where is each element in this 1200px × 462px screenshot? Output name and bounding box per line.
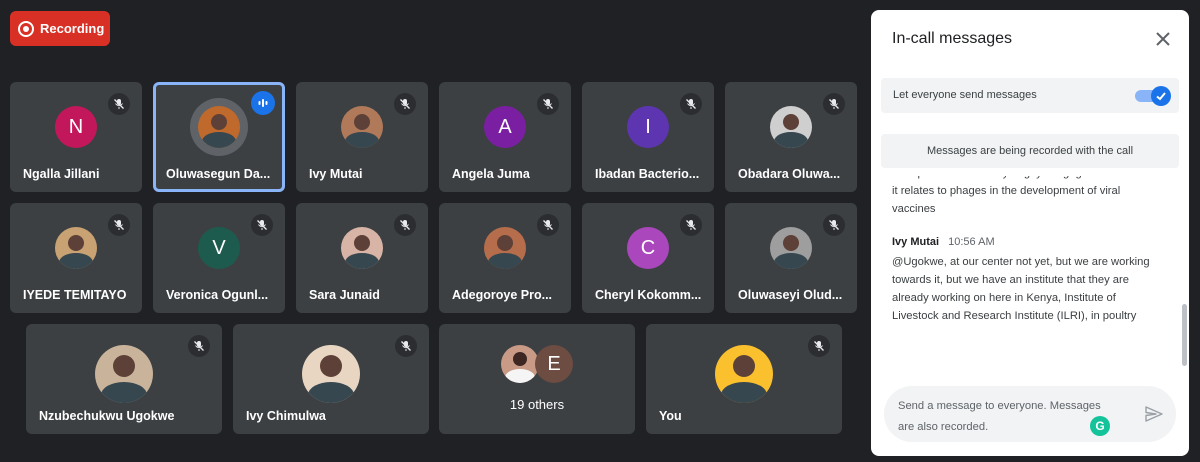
- avatar: I: [627, 106, 669, 148]
- message-sender: Ivy Mutai: [892, 236, 940, 248]
- participant-name: 19 others: [509, 397, 565, 412]
- message-text: @Ugokwe, at our center not yet, but we a…: [892, 256, 1150, 322]
- participant-name: Ivy Chimulwa: [246, 409, 326, 423]
- avatar: [95, 345, 153, 403]
- chat-panel: In-call messages Let everyone send messa…: [871, 10, 1189, 456]
- mic-off-icon: [823, 93, 845, 115]
- avatar: [55, 227, 97, 269]
- avatar: C: [627, 227, 669, 269]
- participant-name: You: [659, 409, 682, 423]
- grammarly-icon[interactable]: G: [1090, 416, 1110, 436]
- participant-tile[interactable]: V Veronica Ogunl...: [153, 203, 285, 313]
- mic-off-icon: [108, 214, 130, 236]
- participant-tile[interactable]: Obadara Oluwa...: [725, 82, 857, 192]
- participant-tile[interactable]: You: [646, 324, 842, 434]
- avatar: [341, 106, 383, 148]
- message-text: Nice presentation. Do you guys engage in…: [892, 176, 1161, 215]
- participant-tile[interactable]: Nzubechukwu Ugokwe: [26, 324, 222, 434]
- avatar: [501, 345, 539, 383]
- mic-off-icon: [537, 214, 559, 236]
- check-icon: [1151, 86, 1171, 106]
- avatar: A: [484, 106, 526, 148]
- message-time: 10:56 AM: [948, 236, 995, 248]
- avatar: N: [55, 106, 97, 148]
- participant-tile[interactable]: Adegoroye Pro...: [439, 203, 571, 313]
- participant-name: Obadara Oluwa...: [738, 167, 841, 181]
- participant-tile[interactable]: Oluwasegun Da...: [153, 82, 285, 192]
- participant-tile[interactable]: C Cheryl Kokomm...: [582, 203, 714, 313]
- participant-tile[interactable]: A Angela Juma: [439, 82, 571, 192]
- participant-name: Sara Junaid: [309, 288, 380, 302]
- participant-name: Veronica Ogunl...: [166, 288, 269, 302]
- message-list: Nice presentation. Do you guys engage in…: [871, 176, 1179, 386]
- avatar: V: [198, 227, 240, 269]
- mic-off-icon: [251, 214, 273, 236]
- avatar: [770, 106, 812, 148]
- toggle-label: Let everyone send messages: [893, 89, 1037, 101]
- participant-name: Adegoroye Pro...: [452, 288, 553, 302]
- mic-off-icon: [188, 335, 210, 357]
- participant-tile[interactable]: Ivy Mutai: [296, 82, 428, 192]
- participant-name: IYEDE TEMITAYO: [23, 288, 127, 302]
- chat-title: In-call messages: [892, 30, 1013, 47]
- record-icon: [18, 20, 34, 37]
- mic-off-icon: [680, 214, 702, 236]
- mic-off-icon: [394, 214, 416, 236]
- participant-tile[interactable]: E 19 others: [439, 324, 635, 434]
- avatar: [715, 345, 773, 403]
- close-icon[interactable]: [1153, 29, 1173, 49]
- avatar: [770, 227, 812, 269]
- avatar: E: [535, 345, 573, 383]
- avatar: [484, 227, 526, 269]
- participant-name: Oluwaseyi Olud...: [738, 288, 843, 302]
- mic-off-icon: [823, 214, 845, 236]
- participant-name: Oluwasegun Da...: [166, 167, 271, 181]
- participant-tile[interactable]: Ivy Chimulwa: [233, 324, 429, 434]
- participant-tile[interactable]: N Ngalla Jillani: [10, 82, 142, 192]
- message-header: Ivy Mutai 10:56 AM: [871, 234, 1179, 250]
- scrollbar[interactable]: [1182, 304, 1187, 366]
- recording-notice: Messages are being recorded with the cal…: [881, 134, 1179, 168]
- message-input[interactable]: Send a message to everyone. Messages are…: [884, 386, 1176, 442]
- speaking-indicator-icon: [251, 91, 275, 115]
- avatar: [198, 106, 240, 148]
- avatar: [341, 227, 383, 269]
- mic-off-icon: [395, 335, 417, 357]
- mic-off-icon: [394, 93, 416, 115]
- avatar: [302, 345, 360, 403]
- participant-name: Ivy Mutai: [309, 167, 363, 181]
- recording-label: Recording: [40, 21, 105, 36]
- mic-off-icon: [680, 93, 702, 115]
- recording-button[interactable]: Recording: [10, 11, 110, 46]
- send-permission-toggle[interactable]: [1135, 86, 1171, 106]
- mic-off-icon: [537, 93, 559, 115]
- participant-tile[interactable]: Oluwaseyi Olud...: [725, 203, 857, 313]
- send-permission-row: Let everyone send messages: [881, 78, 1179, 113]
- participant-tile[interactable]: Sara Junaid: [296, 203, 428, 313]
- participant-name: Cheryl Kokomm...: [595, 288, 702, 302]
- participant-name: Ibadan Bacterio...: [595, 167, 700, 181]
- message-input-placeholder: Send a message to everyone. Messages are…: [898, 400, 1101, 433]
- participant-tile[interactable]: IYEDE TEMITAYO: [10, 203, 142, 313]
- mic-off-icon: [808, 335, 830, 357]
- mic-off-icon: [108, 93, 130, 115]
- participant-name: Nzubechukwu Ugokwe: [39, 409, 175, 423]
- participant-name: Angela Juma: [452, 167, 530, 181]
- participant-name: Ngalla Jillani: [23, 167, 100, 181]
- send-icon[interactable]: [1144, 404, 1164, 424]
- participant-tile[interactable]: I Ibadan Bacterio...: [582, 82, 714, 192]
